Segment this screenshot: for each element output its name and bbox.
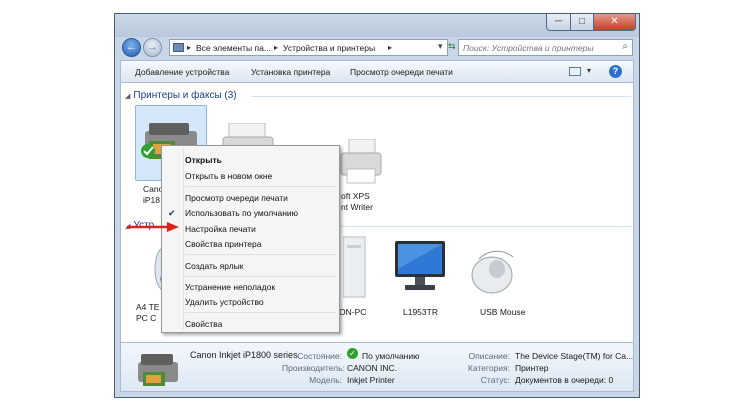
category-label: Категория: bbox=[467, 363, 510, 373]
menu-item-create-shortcut[interactable]: Создать ярлык bbox=[185, 261, 244, 271]
label-line: PC C bbox=[136, 313, 157, 323]
device-webcam-label: A4 TE PC C bbox=[136, 302, 159, 324]
menu-item-properties[interactable]: Свойства bbox=[185, 319, 222, 329]
menu-item-view-queue[interactable]: Просмотр очереди печати bbox=[185, 193, 288, 203]
device-mouse-label: USB Mouse bbox=[480, 307, 526, 317]
device-computer-label: ON-PC bbox=[339, 307, 367, 317]
menu-item-set-default[interactable]: Использовать по умолчанию bbox=[185, 208, 298, 218]
printer-icon bbox=[340, 139, 382, 184]
back-button[interactable]: ← bbox=[122, 38, 141, 57]
menu-item-print-preferences[interactable]: Настройка печати bbox=[185, 224, 256, 234]
printer-xps-label: oft XPS nt Writer bbox=[341, 191, 373, 213]
label-line: A4 TE bbox=[136, 302, 160, 312]
add-device-button[interactable]: Добавление устройства bbox=[135, 67, 229, 77]
help-button[interactable]: ? bbox=[609, 65, 622, 78]
breadcrumb-separator: ▸ bbox=[388, 43, 393, 52]
menu-separator bbox=[185, 312, 336, 313]
collapse-icon: ◢ bbox=[125, 93, 131, 100]
add-printer-button[interactable]: Установка принтера bbox=[251, 67, 330, 77]
manufacturer-value: CANON INC. bbox=[347, 363, 398, 373]
mouse-icon bbox=[471, 250, 514, 294]
breadcrumb-all-items[interactable]: Все элементы па... bbox=[196, 43, 271, 53]
checkmark-icon: ✔ bbox=[168, 208, 176, 218]
breadcrumb-separator: ▸ bbox=[274, 43, 279, 52]
maximize-icon: □ bbox=[578, 16, 586, 27]
breadcrumb-devices-printers[interactable]: Устройства и принтеры bbox=[283, 43, 375, 53]
menu-separator bbox=[185, 186, 336, 187]
context-menu: Открыть Открыть в новом окне Просмотр оч… bbox=[161, 145, 340, 333]
printer-icon bbox=[138, 354, 178, 386]
control-panel-icon bbox=[173, 43, 184, 52]
group-printers-header[interactable]: ◢ Принтеры и факсы (3) bbox=[125, 90, 237, 101]
minimize-icon: ─ bbox=[554, 16, 563, 27]
arrow-right-icon: → bbox=[147, 41, 158, 53]
breadcrumb-separator: ▸ bbox=[187, 43, 192, 52]
model-value: Inkjet Printer bbox=[347, 375, 395, 385]
close-icon: ✕ bbox=[610, 16, 619, 27]
menu-item-open[interactable]: Открыть bbox=[185, 155, 222, 165]
minimize-button[interactable]: ─ bbox=[546, 14, 571, 31]
menu-item-open-new-window[interactable]: Открыть в новом окне bbox=[185, 171, 272, 181]
device-monitor-label: L1953TR bbox=[403, 307, 438, 317]
address-bar[interactable]: ▸ Все элементы па... ▸ Устройства и прин… bbox=[169, 39, 448, 56]
group-divider bbox=[251, 96, 631, 97]
arrow-left-icon: ← bbox=[126, 41, 137, 53]
category-value: Принтер bbox=[515, 363, 549, 373]
status-value: Документов в очереди: 0 bbox=[515, 375, 614, 385]
search-icon[interactable]: ⌕ bbox=[622, 41, 628, 52]
view-dropdown-icon[interactable]: ▾ bbox=[587, 66, 591, 75]
monitor-icon bbox=[395, 241, 445, 290]
description-value: The Device Stage(TM) for Ca... bbox=[515, 351, 634, 361]
close-button[interactable]: ✕ bbox=[593, 14, 636, 31]
description-label: Описание: bbox=[468, 351, 510, 361]
menu-gutter bbox=[183, 148, 184, 330]
forward-button[interactable]: → bbox=[143, 38, 162, 57]
menu-item-printer-properties[interactable]: Свойства принтера bbox=[185, 239, 261, 249]
menu-item-remove-device[interactable]: Удалить устройство bbox=[185, 297, 264, 307]
state-value: По умолчанию bbox=[362, 351, 420, 361]
view-queue-button[interactable]: Просмотр очереди печати bbox=[350, 67, 453, 77]
check-icon: ✓ bbox=[347, 348, 358, 359]
status-label: Статус: bbox=[480, 375, 510, 385]
computer-icon bbox=[343, 236, 366, 298]
maximize-button[interactable]: □ bbox=[570, 14, 594, 31]
red-arrow-icon bbox=[127, 222, 179, 232]
group-divider bbox=[341, 226, 631, 227]
manufacturer-label: Производитель: bbox=[282, 363, 345, 373]
state-label: Состояние: bbox=[297, 351, 342, 361]
menu-item-troubleshoot[interactable]: Устранение неполадок bbox=[185, 282, 275, 292]
group-printers-label: Принтеры и факсы (3) bbox=[133, 90, 237, 101]
command-bar: Добавление устройства Установка принтера… bbox=[120, 60, 634, 83]
menu-separator bbox=[185, 254, 336, 255]
model-label: Модель: bbox=[309, 375, 342, 385]
dropdown-arrow-icon[interactable]: ▾ bbox=[438, 41, 443, 52]
label-line: oft XPS bbox=[341, 191, 370, 201]
label-line: nt Writer bbox=[341, 202, 373, 212]
search-box[interactable]: Поиск: Устройства и принтеры ⌕ bbox=[458, 39, 633, 56]
search-placeholder: Поиск: Устройства и принтеры bbox=[463, 43, 594, 53]
address-row: ← → ▸ Все элементы па... ▸ Устройства и … bbox=[115, 34, 639, 60]
view-options-icon[interactable] bbox=[569, 67, 581, 76]
refresh-icon[interactable]: ⇆ bbox=[448, 41, 456, 52]
menu-separator bbox=[185, 276, 336, 277]
details-pane: Canon Inkjet iP1800 series Состояние: ✓ … bbox=[120, 342, 634, 392]
